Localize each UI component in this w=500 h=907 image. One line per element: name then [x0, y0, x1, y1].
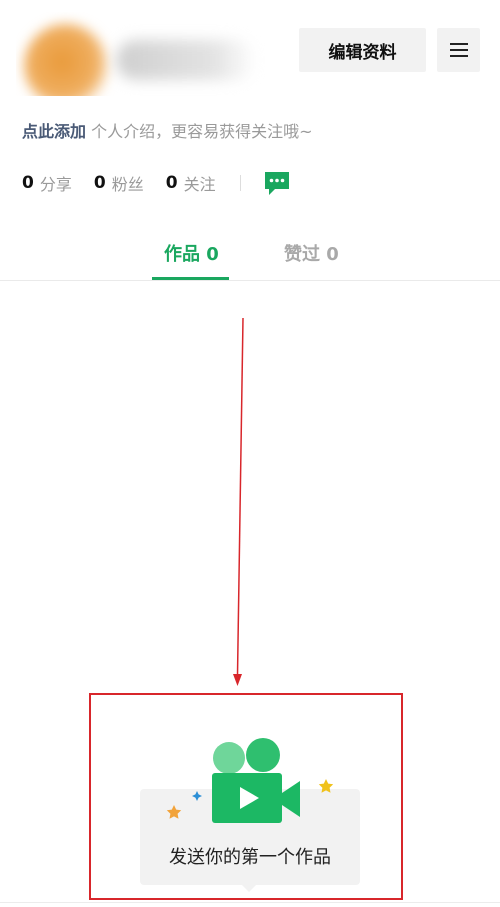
edit-profile-button[interactable]: 编辑资料	[299, 28, 426, 72]
profile-page: 编辑资料 点此添加 个人介绍，更容易获得关注哦~ 0 分享 0 粉丝 0 关注	[0, 0, 500, 907]
stat-follow[interactable]: 0 关注	[166, 171, 216, 195]
message-bubble-icon[interactable]	[263, 169, 291, 197]
fans-count: 0	[93, 173, 106, 193]
stats-divider	[239, 175, 241, 191]
hamburger-menu-icon	[449, 43, 468, 57]
blurred-profile-header[interactable]	[16, 12, 266, 96]
blurred-username	[116, 40, 256, 80]
stats-row: 0 分享 0 粉丝 0 关注	[22, 170, 291, 196]
tab-works[interactable]: 作品 0	[164, 240, 219, 266]
stat-share[interactable]: 0 分享	[22, 171, 72, 195]
bottom-divider	[0, 902, 500, 903]
avatar[interactable]	[24, 24, 108, 96]
content-tabs: 作品 0 赞过 0	[0, 222, 500, 281]
active-tab-indicator	[152, 277, 229, 280]
add-bio-link[interactable]: 点此添加	[22, 122, 86, 141]
follow-count: 0	[165, 173, 178, 193]
tab-liked[interactable]: 赞过 0	[284, 240, 339, 266]
share-count: 0	[22, 173, 34, 193]
menu-button[interactable]	[437, 28, 480, 72]
stat-fans[interactable]: 0 粉丝	[94, 171, 144, 195]
follow-label: 关注	[183, 175, 216, 194]
share-label: 分享	[39, 175, 72, 194]
annotation-highlight-box	[89, 693, 403, 900]
fans-label: 粉丝	[111, 175, 144, 194]
bio-line: 点此添加 个人介绍，更容易获得关注哦~	[22, 118, 313, 142]
bio-hint: 个人介绍，更容易获得关注哦~	[86, 122, 313, 141]
